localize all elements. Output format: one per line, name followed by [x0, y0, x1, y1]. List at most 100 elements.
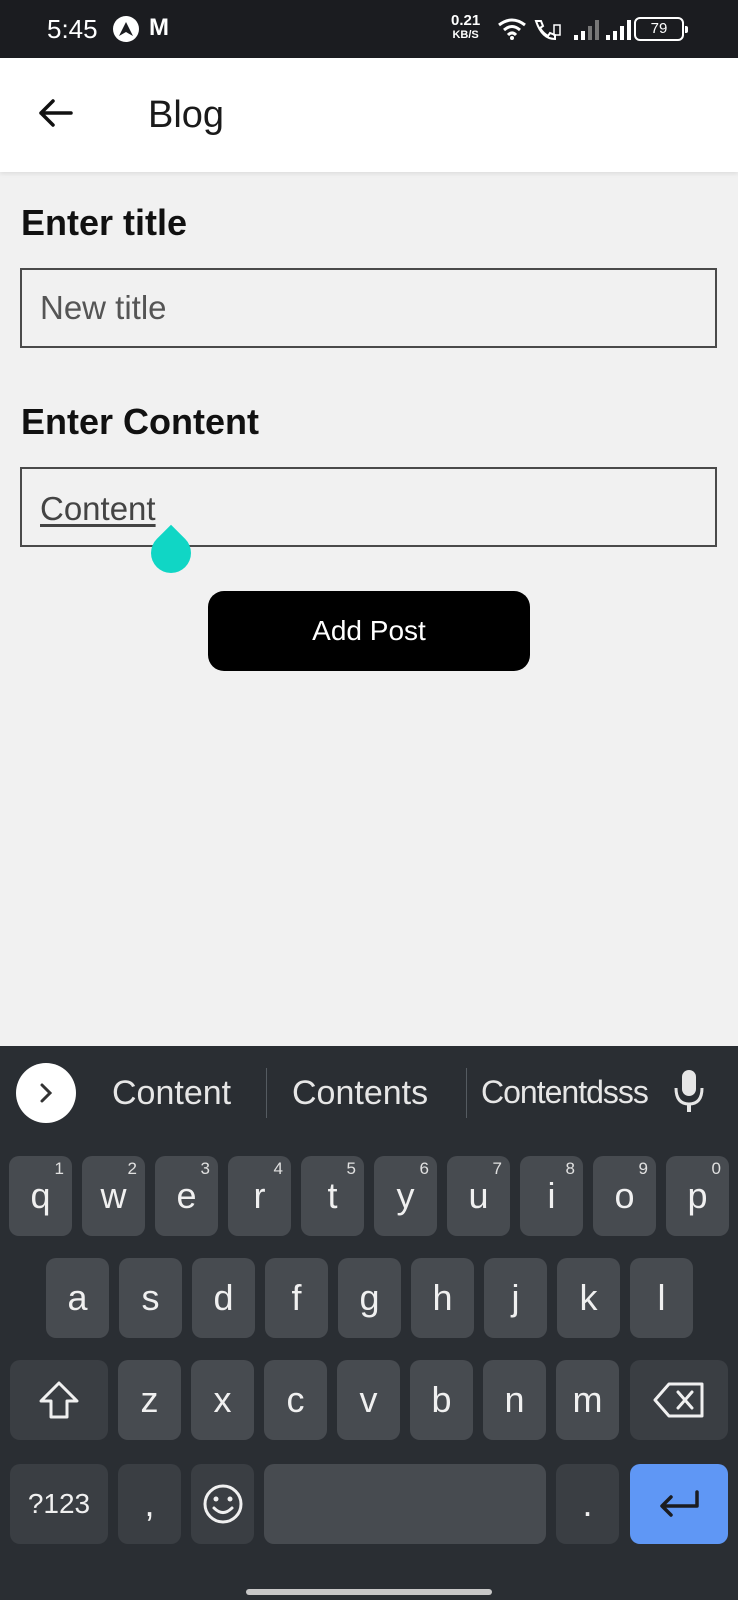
key-q[interactable]: q1	[9, 1156, 72, 1236]
key-s[interactable]: s	[119, 1258, 182, 1338]
key-w[interactable]: w2	[82, 1156, 145, 1236]
key-z[interactable]: z	[118, 1360, 181, 1440]
wifi-calling-icon	[534, 20, 561, 41]
key-label: p	[687, 1175, 708, 1216]
key-c[interactable]: c	[264, 1360, 327, 1440]
key-h[interactable]: h	[411, 1258, 474, 1338]
add-post-button[interactable]: Add Post	[208, 591, 530, 671]
key-y[interactable]: y6	[374, 1156, 437, 1236]
key-hint: 8	[565, 1159, 575, 1178]
key-label: l	[657, 1277, 666, 1318]
key-label: n	[504, 1379, 525, 1420]
key-n[interactable]: n	[483, 1360, 546, 1440]
key-label: m	[572, 1379, 603, 1420]
key-label: r	[253, 1175, 266, 1216]
key-hint: 1	[54, 1159, 64, 1178]
key-hint: 6	[419, 1159, 429, 1178]
key-v[interactable]: v	[337, 1360, 400, 1440]
signal-sim2-icon	[606, 20, 631, 40]
key-i[interactable]: i8	[520, 1156, 583, 1236]
battery-indicator: 79	[634, 17, 688, 41]
key-j[interactable]: j	[484, 1258, 547, 1338]
symbols-key[interactable]: ?123	[10, 1464, 108, 1544]
key-label: v	[359, 1379, 378, 1420]
status-bar: 5:45 M 0.21 KB/S 79	[0, 0, 738, 58]
key-hint: 5	[346, 1159, 356, 1178]
period-key[interactable]: .	[556, 1464, 619, 1544]
key-hint: 3	[200, 1159, 210, 1178]
key-label: e	[176, 1175, 197, 1216]
key-label: z	[140, 1379, 159, 1420]
backspace-icon	[653, 1382, 704, 1418]
shift-icon	[39, 1381, 79, 1419]
app-bar: Blog	[0, 58, 738, 172]
suggestion-1[interactable]: Content	[112, 1074, 231, 1113]
key-b[interactable]: b	[410, 1360, 473, 1440]
key-label: c	[286, 1379, 305, 1420]
key-label: w	[100, 1175, 127, 1216]
key-e[interactable]: e3	[155, 1156, 218, 1236]
key-label: j	[511, 1277, 520, 1318]
back-button[interactable]	[26, 84, 84, 142]
wifi-icon	[498, 18, 526, 40]
key-o[interactable]: o9	[593, 1156, 656, 1236]
key-label: o	[614, 1175, 635, 1216]
key-hint: 0	[711, 1159, 721, 1178]
key-label: t	[327, 1175, 338, 1216]
comma-key[interactable]: ,	[118, 1464, 181, 1544]
title-label: Enter title	[21, 202, 188, 243]
key-d[interactable]: d	[192, 1258, 255, 1338]
page-title: Blog	[148, 94, 225, 136]
key-label: u	[468, 1175, 489, 1216]
suggestion-strip: Content Contents Contentdsss	[0, 1046, 738, 1140]
gmail-icon: M	[149, 14, 169, 41]
key-a[interactable]: a	[46, 1258, 109, 1338]
enter-icon	[660, 1490, 699, 1517]
key-label: g	[359, 1277, 380, 1318]
key-u[interactable]: u7	[447, 1156, 510, 1236]
key-g[interactable]: g	[338, 1258, 401, 1338]
backspace-key[interactable]	[630, 1360, 728, 1440]
key-hint: 9	[638, 1159, 648, 1178]
key-hint: 7	[492, 1159, 502, 1178]
toolbar-expand-button[interactable]	[16, 1063, 76, 1123]
suggestion-3[interactable]: Contentdsss	[481, 1074, 649, 1111]
key-f[interactable]: f	[265, 1258, 328, 1338]
suggestion-divider	[466, 1068, 467, 1118]
suggestion-divider	[266, 1068, 267, 1118]
key-label: h	[432, 1277, 453, 1318]
emoji-key[interactable]	[191, 1464, 254, 1544]
key-k[interactable]: k	[557, 1258, 620, 1338]
navigation-app-icon	[113, 16, 139, 42]
key-label: x	[213, 1379, 232, 1420]
network-speed: 0.21 KB/S	[451, 12, 481, 41]
key-label: i	[547, 1175, 556, 1216]
arrow-back-icon	[39, 99, 73, 127]
key-x[interactable]: x	[191, 1360, 254, 1440]
key-hint: 2	[127, 1159, 137, 1178]
key-m[interactable]: m	[556, 1360, 619, 1440]
home-indicator[interactable]	[246, 1589, 492, 1595]
key-label: y	[396, 1175, 415, 1216]
key-l[interactable]: l	[630, 1258, 693, 1338]
key-label: f	[291, 1277, 302, 1318]
key-p[interactable]: p0	[666, 1156, 729, 1236]
key-label: k	[579, 1277, 598, 1318]
key-label: d	[213, 1277, 234, 1318]
key-label: b	[431, 1379, 452, 1420]
content-input-value: Content	[40, 490, 156, 527]
space-key[interactable]	[264, 1464, 546, 1544]
signal-sim1-icon	[574, 20, 599, 40]
shift-key[interactable]	[10, 1360, 108, 1440]
key-r[interactable]: r4	[228, 1156, 291, 1236]
key-label: s	[141, 1277, 160, 1318]
enter-key[interactable]	[630, 1464, 728, 1544]
suggestion-2[interactable]: Contents	[292, 1074, 428, 1113]
chevron-right-icon	[40, 1083, 53, 1103]
key-label: a	[67, 1277, 88, 1318]
microphone-icon[interactable]	[672, 1068, 706, 1114]
emoji-icon	[203, 1484, 242, 1524]
title-input[interactable]	[20, 268, 717, 348]
key-label: q	[30, 1175, 51, 1216]
key-t[interactable]: t5	[301, 1156, 364, 1236]
